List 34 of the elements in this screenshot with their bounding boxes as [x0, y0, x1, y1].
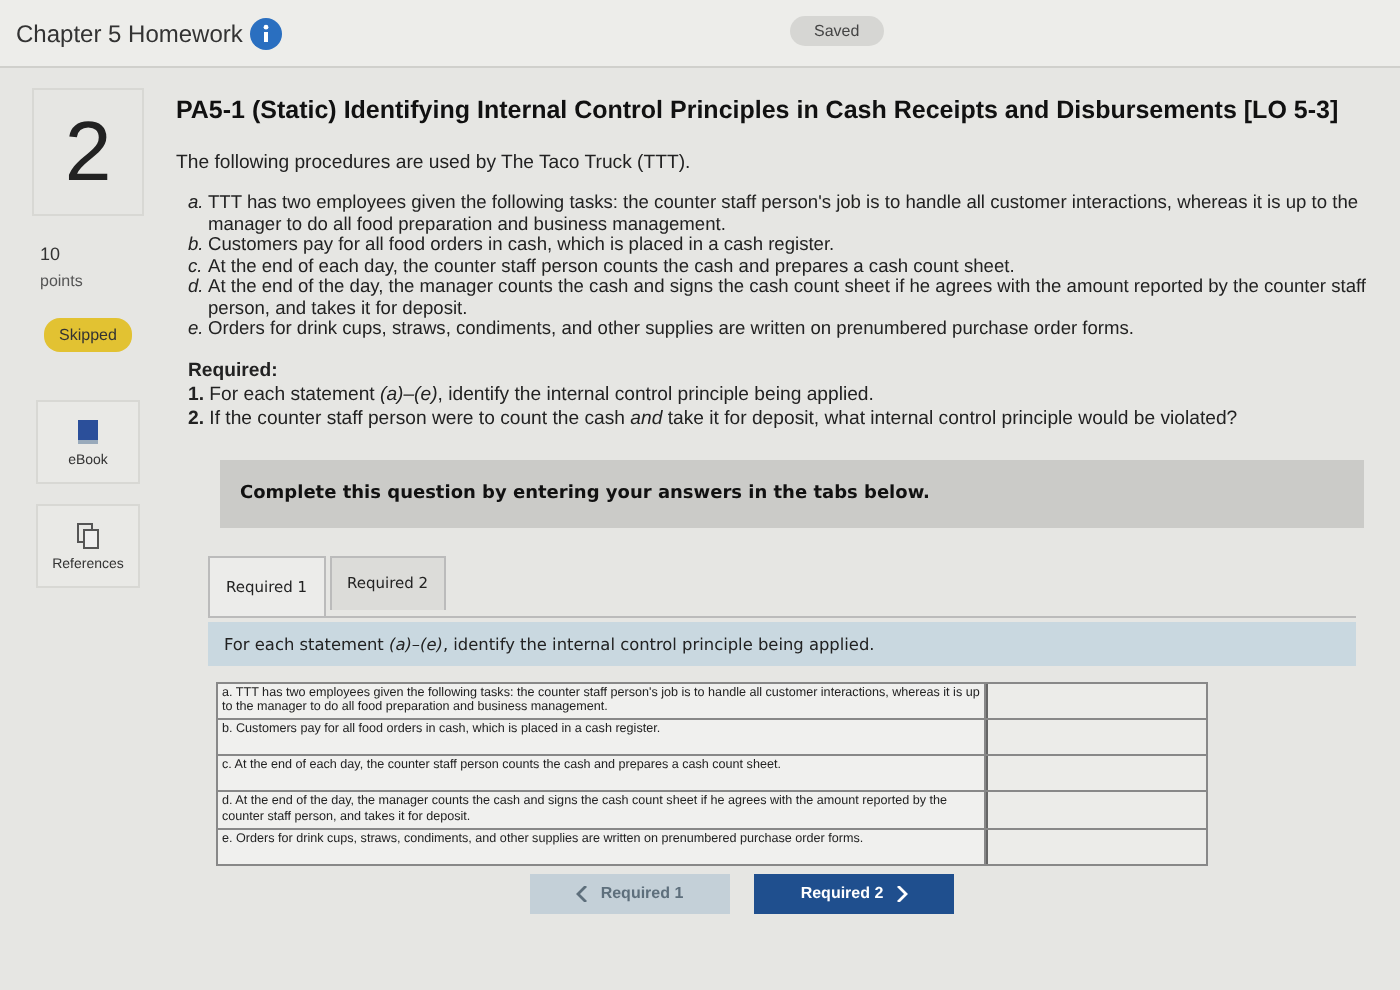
statement-text: TTT has two employees given the following tasks: the counter staff person's job is to handle all customer interactions, whereas it is up to the manager to do all food preparation and business management. [208, 192, 1361, 234]
statement-letter: b. [188, 234, 206, 255]
statement-text: At the end of each day, the counter staff person counts the cash and prepares a cash count sheet. [208, 255, 1015, 276]
info-icon[interactable] [250, 17, 283, 49]
book-icon [76, 417, 100, 445]
intro-text: The following procedures are used by The Taco Truck (TTT). [176, 152, 693, 176]
next-button[interactable]: Required 2 [754, 873, 954, 914]
points-value: 10 [40, 244, 61, 264]
required-heading: Required: [188, 359, 280, 383]
statement-text: Orders for drink cups, straws, condiments, and other supplies are written on prenumbered purchase order forms. [208, 318, 1134, 339]
skipped-badge: Skipped [43, 318, 133, 352]
chevron-icon [895, 885, 908, 902]
answer-field[interactable] [986, 792, 1206, 828]
answer-field[interactable] [986, 756, 1206, 791]
statement-letter: c. [188, 255, 205, 276]
prompt-banner: For each statement (a)–(e), identify the internal control principle being applied. [208, 621, 1356, 665]
assignment-title: Chapter 5 Homework [16, 19, 243, 47]
answer-field[interactable] [986, 829, 1206, 864]
saved-status: Saved [790, 16, 884, 46]
chevron-icon [576, 885, 589, 902]
answer-field[interactable] [986, 720, 1206, 755]
answer-field[interactable] [986, 683, 1206, 719]
statement-text: At the end of the day, the manager counts the cash and signs the cash count sheet if he agrees with the amount reported by the counter staff person, and takes it for deposit. [208, 276, 1369, 318]
question-number: 2 [32, 88, 144, 216]
instruction-banner: Complete this question by entering your answers in the tabs below. [220, 459, 1364, 527]
statement-letter: e. [188, 318, 206, 339]
points-label: points [40, 272, 83, 290]
requirement-text: 1. For each statement (a)–(e), identify the internal control principle being applied. [188, 383, 876, 407]
statement-letter: a. [188, 192, 206, 216]
statement-letter: d. [188, 276, 206, 300]
documents-icon [76, 521, 100, 549]
statement-text: Customers pay for all food orders in cash, which is placed in a cash register. [208, 234, 835, 255]
requirement-text: 2. If the counter staff person were to count the cash and take it for deposit, what internal control principle would be violated? [188, 407, 1240, 431]
question-title: PA5-1 (Static) Identifying Internal Control Principles in Cash Receipts and Disbursements [LO 5-3] [176, 96, 1341, 124]
